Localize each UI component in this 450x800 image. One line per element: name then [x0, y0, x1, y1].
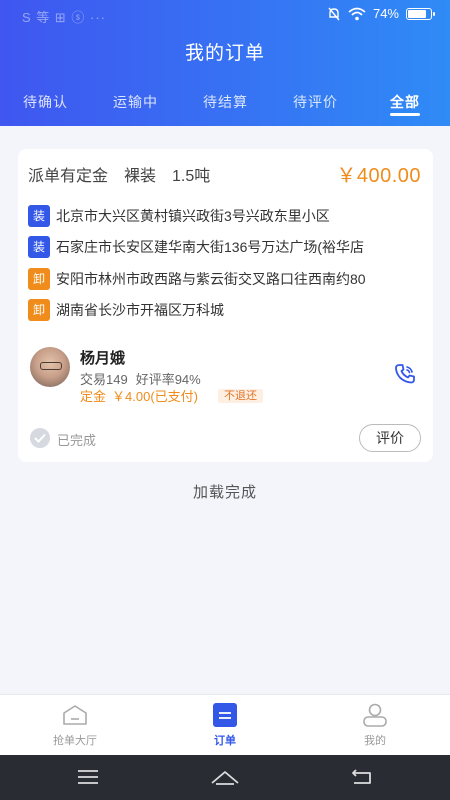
order-summary: 派单有定金 裸装 1.5吨: [28, 162, 210, 186]
header: S 等 ⊞ ⓢ ··· 74% 我的订单 待确认 运输中 待结算 待评价 全部: [0, 0, 450, 126]
address-text: 石家庄市长安区建华南大街136号万达广场(裕华店: [56, 239, 365, 255]
order-list-icon: [213, 703, 237, 727]
tab-pending-settlement[interactable]: 待结算: [203, 92, 248, 112]
status-right: 74%: [327, 6, 435, 21]
mute-icon: [328, 7, 340, 20]
dispatch-type: 派单有定金: [28, 168, 109, 185]
battery-percent: 74%: [372, 6, 399, 21]
driver-name: 杨月娥: [80, 350, 126, 367]
address-text: 湖南省长沙市开福区万科城: [56, 302, 224, 318]
user-icon: [363, 703, 387, 727]
phone-icon[interactable]: [393, 362, 417, 386]
battery-icon: [406, 7, 435, 20]
nav-item-mine[interactable]: 我的: [325, 703, 425, 748]
nav-item-orders[interactable]: 订单: [175, 703, 275, 748]
order-price: ￥400.00: [336, 165, 421, 187]
address-text: 北京市大兴区黄村镇兴政街3号兴政东里小区: [56, 208, 330, 224]
no-refund-badge: 不退还: [217, 388, 263, 403]
back-icon[interactable]: [350, 768, 374, 786]
menu-icon[interactable]: [77, 768, 99, 786]
nav-label: 订单: [214, 735, 236, 747]
load-tag: 装: [28, 236, 50, 258]
address-text: 安阳市林州市政西路与紫云街交叉路口往西南约80: [56, 271, 366, 287]
home-icon: [63, 705, 87, 725]
nav-label: 抢单大厅: [53, 735, 97, 747]
deposit-info: 定金 ￥4.00(已支付) 不退还: [80, 386, 263, 405]
unload-tag: 卸: [28, 268, 50, 290]
nav-label: 我的: [364, 735, 386, 747]
deposit-label: 定金: [80, 389, 107, 404]
cargo-weight: 1.5吨: [172, 168, 211, 185]
system-nav-bar: [0, 755, 450, 800]
address-row: 卸 安阳市林州市政西路与紫云街交叉路口往西南约80: [28, 268, 424, 290]
tab-all[interactable]: 全部: [390, 92, 420, 112]
tab-in-transit[interactable]: 运输中: [113, 92, 158, 112]
wifi-icon: [348, 7, 366, 20]
order-status: 已完成: [57, 433, 97, 448]
tab-pending-confirm[interactable]: 待确认: [23, 92, 68, 112]
tab-pending-review[interactable]: 待评价: [293, 92, 338, 112]
nav-item-order-hall[interactable]: 抢单大厅: [25, 703, 125, 748]
order-card[interactable]: 派单有定金 裸装 1.5吨 ￥400.00 装 北京市大兴区黄村镇兴政街3号兴政…: [18, 149, 433, 462]
status-bar: S 等 ⊞ ⓢ ··· 74%: [0, 0, 450, 30]
page-title: 我的订单: [184, 43, 265, 64]
driver-avatar[interactable]: [30, 347, 70, 387]
address-row: 卸 湖南省长沙市开福区万科城: [28, 299, 424, 321]
review-button[interactable]: 评价: [359, 424, 421, 452]
order-tabs: 待确认 运输中 待结算 待评价 全部: [0, 92, 450, 122]
load-complete-text: 加载完成: [192, 484, 257, 501]
unload-tag: 卸: [28, 299, 50, 321]
address-row: 装 北京市大兴区黄村镇兴政街3号兴政东里小区: [28, 205, 424, 227]
status-notification-icons: S 等 ⊞ ⓢ ···: [22, 10, 106, 25]
load-tag: 装: [28, 205, 50, 227]
address-row: 装 石家庄市长安区建华南大街136号万达广场(裕华店: [28, 236, 424, 258]
home-button-icon[interactable]: [210, 768, 240, 786]
cargo-type: 裸装: [124, 168, 157, 185]
bottom-nav: 抢单大厅 订单 我的: [0, 694, 450, 755]
battery-fill: [408, 9, 426, 18]
deposit-amount: ￥4.00(已支付): [112, 389, 198, 404]
active-tab-indicator: [390, 113, 420, 116]
check-icon: [30, 428, 50, 448]
